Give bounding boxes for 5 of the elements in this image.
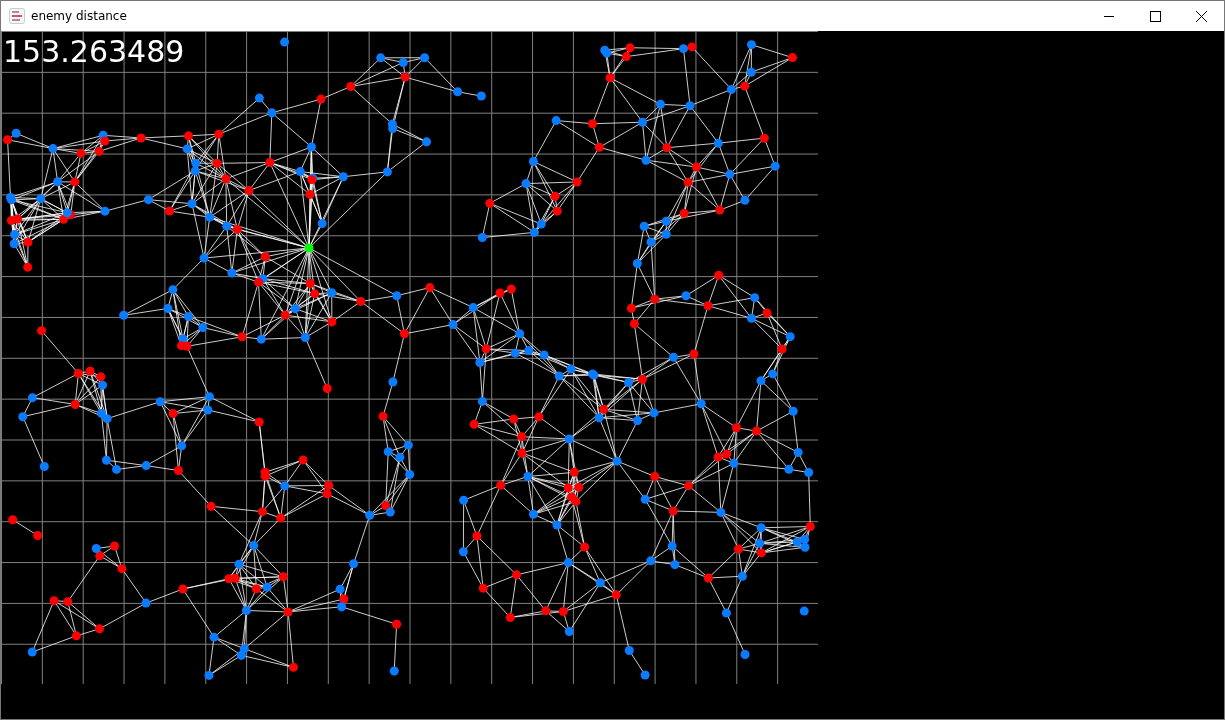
- distance-readout: 153.263489: [3, 34, 185, 70]
- window-title: enemy distance: [31, 9, 127, 23]
- maximize-icon: [1149, 10, 1161, 22]
- close-icon: [1195, 10, 1207, 22]
- app-icon: [9, 8, 25, 24]
